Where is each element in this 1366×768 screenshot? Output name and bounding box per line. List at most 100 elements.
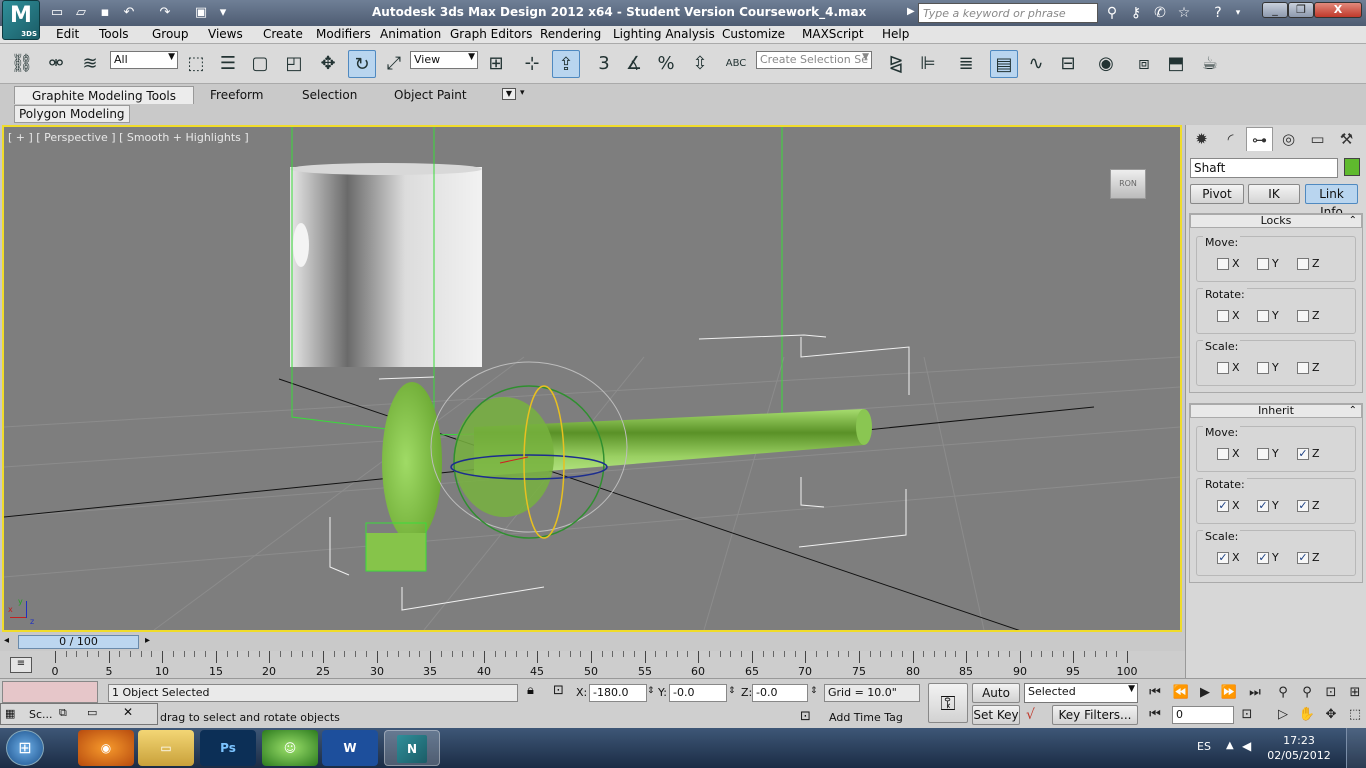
search-binoculars-icon[interactable]: ⚲ (1102, 4, 1122, 22)
checkbox-box[interactable] (1297, 310, 1309, 322)
undo-icon[interactable]: ↶ (120, 4, 138, 22)
x-spinner-icon[interactable]: ⇕ (647, 686, 655, 696)
select-and-move-icon[interactable]: ✥ (314, 50, 342, 78)
selection-lock-icon[interactable]: 🔒︎ (527, 683, 534, 698)
checkbox-box[interactable] (1217, 310, 1229, 322)
object-color-swatch[interactable] (1344, 158, 1360, 176)
y-spinner-icon[interactable]: ⇕ (728, 686, 736, 696)
menu-create[interactable]: Create (263, 27, 303, 41)
minimize-button[interactable]: _ (1262, 2, 1288, 18)
zoom-all-icon[interactable]: ⚲ (1296, 683, 1318, 703)
open-file-icon[interactable]: ▱ (72, 4, 90, 22)
display-tab-icon[interactable]: ▭ (1304, 127, 1331, 151)
inherit-rollout-header[interactable]: Inherit ⌃ (1190, 404, 1362, 418)
modify-tab-icon[interactable]: ◜ (1217, 127, 1244, 151)
zoom-extents-all-icon[interactable]: ⊞ (1344, 683, 1366, 703)
maximize-icon[interactable]: ▭ (87, 706, 97, 719)
minimized-window[interactable]: ▦ Sc... ⧉ ▭ ✕ (0, 703, 158, 725)
inherit-scale-z-checkbox[interactable]: ✓ Z (1297, 551, 1320, 564)
viewport-label[interactable]: [ + ] [ Perspective ] [ Smooth + Highlig… (8, 131, 249, 144)
system-clock[interactable]: 17:23 02/05/2012 (1264, 733, 1334, 763)
start-button[interactable]: ⊞ (6, 730, 44, 766)
checkbox-box[interactable]: ✓ (1297, 500, 1309, 512)
x-coordinate-field[interactable]: -180.0 (589, 684, 647, 702)
add-time-tag[interactable]: Add Time Tag (829, 711, 903, 724)
menu-tools[interactable]: Tools (99, 27, 129, 41)
checkbox-box[interactable]: ✓ (1217, 552, 1229, 564)
default-tangent-icon[interactable]: √ (1026, 707, 1035, 723)
menu-maxscript[interactable]: MAXScript (802, 27, 864, 41)
render-setup-icon[interactable]: ⧈ (1130, 50, 1158, 78)
key-mode-toggle-icon[interactable]: ⏮ (1144, 705, 1166, 725)
schematic-view-icon[interactable]: ⊟ (1054, 50, 1082, 78)
bind-to-space-warp-icon[interactable]: ≋ (76, 50, 104, 78)
align-icon[interactable]: ⊫ (914, 50, 942, 78)
key-filters-button[interactable]: Key Filters... (1052, 705, 1138, 725)
save-icon[interactable]: ▪ (96, 4, 114, 22)
inherit-rotate-x-checkbox[interactable]: ✓ X (1217, 499, 1240, 512)
checkbox-box[interactable] (1257, 258, 1269, 270)
inherit-move-x-checkbox[interactable]: X (1217, 447, 1240, 460)
inherit-move-y-checkbox[interactable]: Y (1257, 447, 1279, 460)
redo-icon[interactable]: ↷ (156, 4, 174, 22)
restore-icon[interactable]: ⧉ (59, 706, 67, 720)
motion-tab-icon[interactable]: ◎ (1275, 127, 1302, 151)
project-folder-icon[interactable]: ▣ (192, 4, 210, 22)
y-coordinate-field[interactable]: -0.0 (669, 684, 727, 702)
checkbox-box[interactable]: ✓ (1297, 552, 1309, 564)
taskbar-word[interactable]: W (322, 730, 378, 766)
absolute-mode-icon[interactable]: ⊡ (553, 683, 564, 698)
pivot-button[interactable]: Pivot (1190, 184, 1244, 204)
inherit-rotate-z-checkbox[interactable]: ✓ Z (1297, 499, 1320, 512)
speaker-icon[interactable]: ◀︎ (1242, 739, 1251, 753)
menu-customize[interactable]: Customize (722, 27, 785, 41)
go-to-start-icon[interactable]: ⏮ (1144, 683, 1166, 703)
ribbon-options-icon[interactable]: ▼ (502, 88, 516, 100)
time-slider[interactable]: ◂ 0 / 100 ▸ (0, 633, 1185, 651)
graphite-toggle-icon[interactable]: ▤ (990, 50, 1018, 78)
panel-polygon-modeling[interactable]: Polygon Modeling (14, 105, 130, 123)
select-by-name-icon[interactable]: ☰ (214, 50, 242, 78)
tab-freeform[interactable]: Freeform (204, 86, 269, 104)
menu-lighting-analysis[interactable]: Lighting Analysis (613, 27, 715, 41)
set-key-big-icon[interactable]: ⚿ (928, 683, 968, 723)
angle-snap-icon[interactable]: ∡ (620, 50, 648, 78)
key-mode-dropdown[interactable]: Selected ▼ (1024, 683, 1138, 703)
tab-selection[interactable]: Selection (296, 86, 363, 104)
window-crossing-icon[interactable]: ◰ (280, 50, 308, 78)
pivot-point-center-icon[interactable]: ⊞ (482, 50, 510, 78)
render-teapot-icon[interactable]: ☕ (1196, 50, 1224, 78)
lock-rotate-x-checkbox[interactable]: X (1217, 309, 1240, 322)
curve-editor-mini-icon[interactable]: ≡ (10, 657, 32, 673)
communication-center-icon[interactable]: ✆ (1150, 4, 1170, 22)
time-slider-next-icon[interactable]: ▸ (145, 635, 150, 646)
inherit-move-z-checkbox[interactable]: ✓ Z (1297, 447, 1320, 460)
lock-scale-y-checkbox[interactable]: Y (1257, 361, 1279, 374)
mirror-icon[interactable]: ⧎ (882, 50, 910, 78)
lock-scale-x-checkbox[interactable]: X (1217, 361, 1240, 374)
unlink-selection-icon[interactable]: ⚮ (42, 50, 70, 78)
inherit-rotate-y-checkbox[interactable]: ✓ Y (1257, 499, 1279, 512)
select-and-manipulate-icon[interactable]: ⊹ (518, 50, 546, 78)
checkbox-box[interactable] (1217, 362, 1229, 374)
zoom-extents-icon[interactable]: ⊡ (1320, 683, 1342, 703)
orbit-icon[interactable]: ✥ (1320, 705, 1342, 725)
time-tag-icon[interactable]: ⊡ (800, 709, 811, 724)
checkbox-box[interactable]: ✓ (1297, 448, 1309, 460)
material-editor-icon[interactable]: ◉ (1092, 50, 1120, 78)
ik-button[interactable]: IK (1248, 184, 1300, 204)
rendered-frame-window-icon[interactable]: ⬒ (1162, 50, 1190, 78)
lock-move-x-checkbox[interactable]: X (1217, 257, 1240, 270)
menu-animation[interactable]: Animation (380, 27, 441, 41)
curve-editor-icon[interactable]: ∿ (1022, 50, 1050, 78)
select-and-scale-icon[interactable]: ⤢ (380, 50, 408, 78)
subscription-key-icon[interactable]: ⚷ (1126, 4, 1146, 22)
language-indicator[interactable]: ES (1197, 740, 1211, 753)
checkbox-box[interactable]: ✓ (1257, 500, 1269, 512)
maximize-button[interactable]: ❐ (1288, 2, 1314, 18)
z-coordinate-field[interactable]: -0.0 (752, 684, 808, 702)
tab-object-paint[interactable]: Object Paint (388, 86, 473, 104)
close-button[interactable]: X (1314, 2, 1362, 18)
checkbox-box[interactable] (1257, 448, 1269, 460)
field-of-view-icon[interactable]: ▷ (1272, 705, 1294, 725)
